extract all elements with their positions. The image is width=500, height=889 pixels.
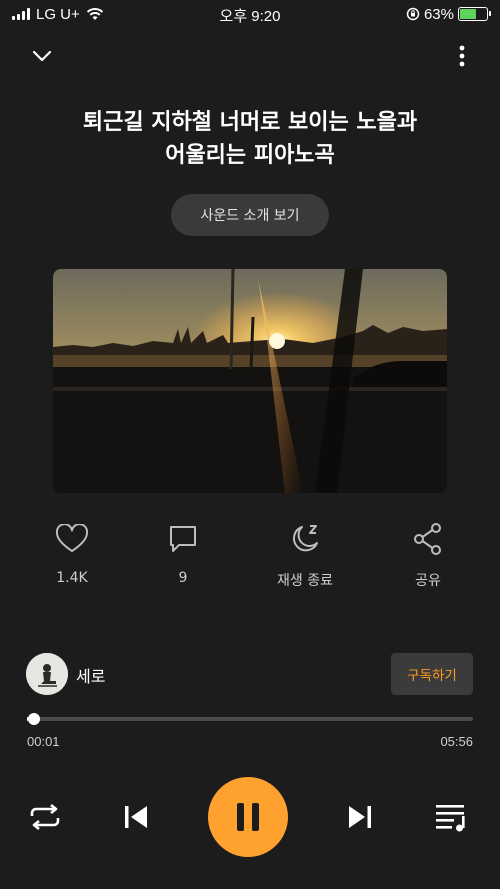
comment-count: 9 [178,570,188,586]
battery-percent: 63% [423,5,454,23]
progress-bar[interactable] [27,713,473,725]
carrier-label: LG U+ [36,5,80,23]
top-nav [0,38,500,74]
playlist-icon [436,805,465,832]
elapsed-time: 00:01 [27,734,60,749]
subscribe-button[interactable]: 구독하기 [391,653,473,695]
playback-controls [0,777,500,857]
share-label: 공유 [415,573,441,589]
status-bar: LG U+ 오후 9:20 63% [0,0,500,28]
previous-button[interactable] [116,797,156,837]
total-duration: 05:56 [440,734,473,749]
comment-button[interactable]: 9 [138,520,228,586]
like-button[interactable]: 1.4K [27,520,117,586]
more-vertical-icon[interactable] [450,40,474,72]
progress-track [27,717,473,721]
share-button[interactable]: 공유 [383,520,473,590]
sleep-timer-button[interactable]: 재생 종료 [260,520,350,590]
action-row: 1.4K 9 재생 종료 공유 [0,520,500,590]
chevron-down-icon[interactable] [26,40,58,72]
sleep-timer-label: 재생 종료 [277,573,333,589]
sleep-timer-icon [292,525,318,552]
repeat-icon [30,803,60,831]
status-left: LG U+ [12,6,104,23]
previous-icon [125,806,147,828]
repeat-button[interactable] [24,797,66,837]
battery-charging-icon [458,7,491,21]
avatar[interactable] [26,653,68,695]
track-title-line-2: 어울리는 피아노곡 [165,143,335,168]
like-count: 1.4K [56,570,88,586]
comment-icon [170,526,196,552]
next-button[interactable] [340,797,380,837]
orientation-lock-icon [406,7,420,21]
album-artwork [53,269,447,493]
status-right: 63% [406,5,491,23]
wifi-icon [86,8,103,20]
progress-knob[interactable] [28,713,41,725]
next-icon [349,806,371,828]
share-icon [414,523,441,555]
heart-icon [55,524,89,552]
pause-button[interactable] [208,777,288,857]
artist-row: 세로 구독하기 [26,653,473,695]
track-title: 퇴근길 지하철 너머로 보이는 노을과 어울리는 피아노곡 [30,106,470,172]
sunset-over-river-photo [53,269,447,493]
playlist-button[interactable] [430,797,472,837]
pause-icon [237,803,259,831]
sound-intro-button[interactable]: 사운드 소개 보기 [171,194,329,236]
signal-icon [12,8,30,20]
track-title-line-1: 퇴근길 지하철 너머로 보이는 노을과 [82,110,418,135]
artist-name[interactable]: 세로 [76,663,105,687]
